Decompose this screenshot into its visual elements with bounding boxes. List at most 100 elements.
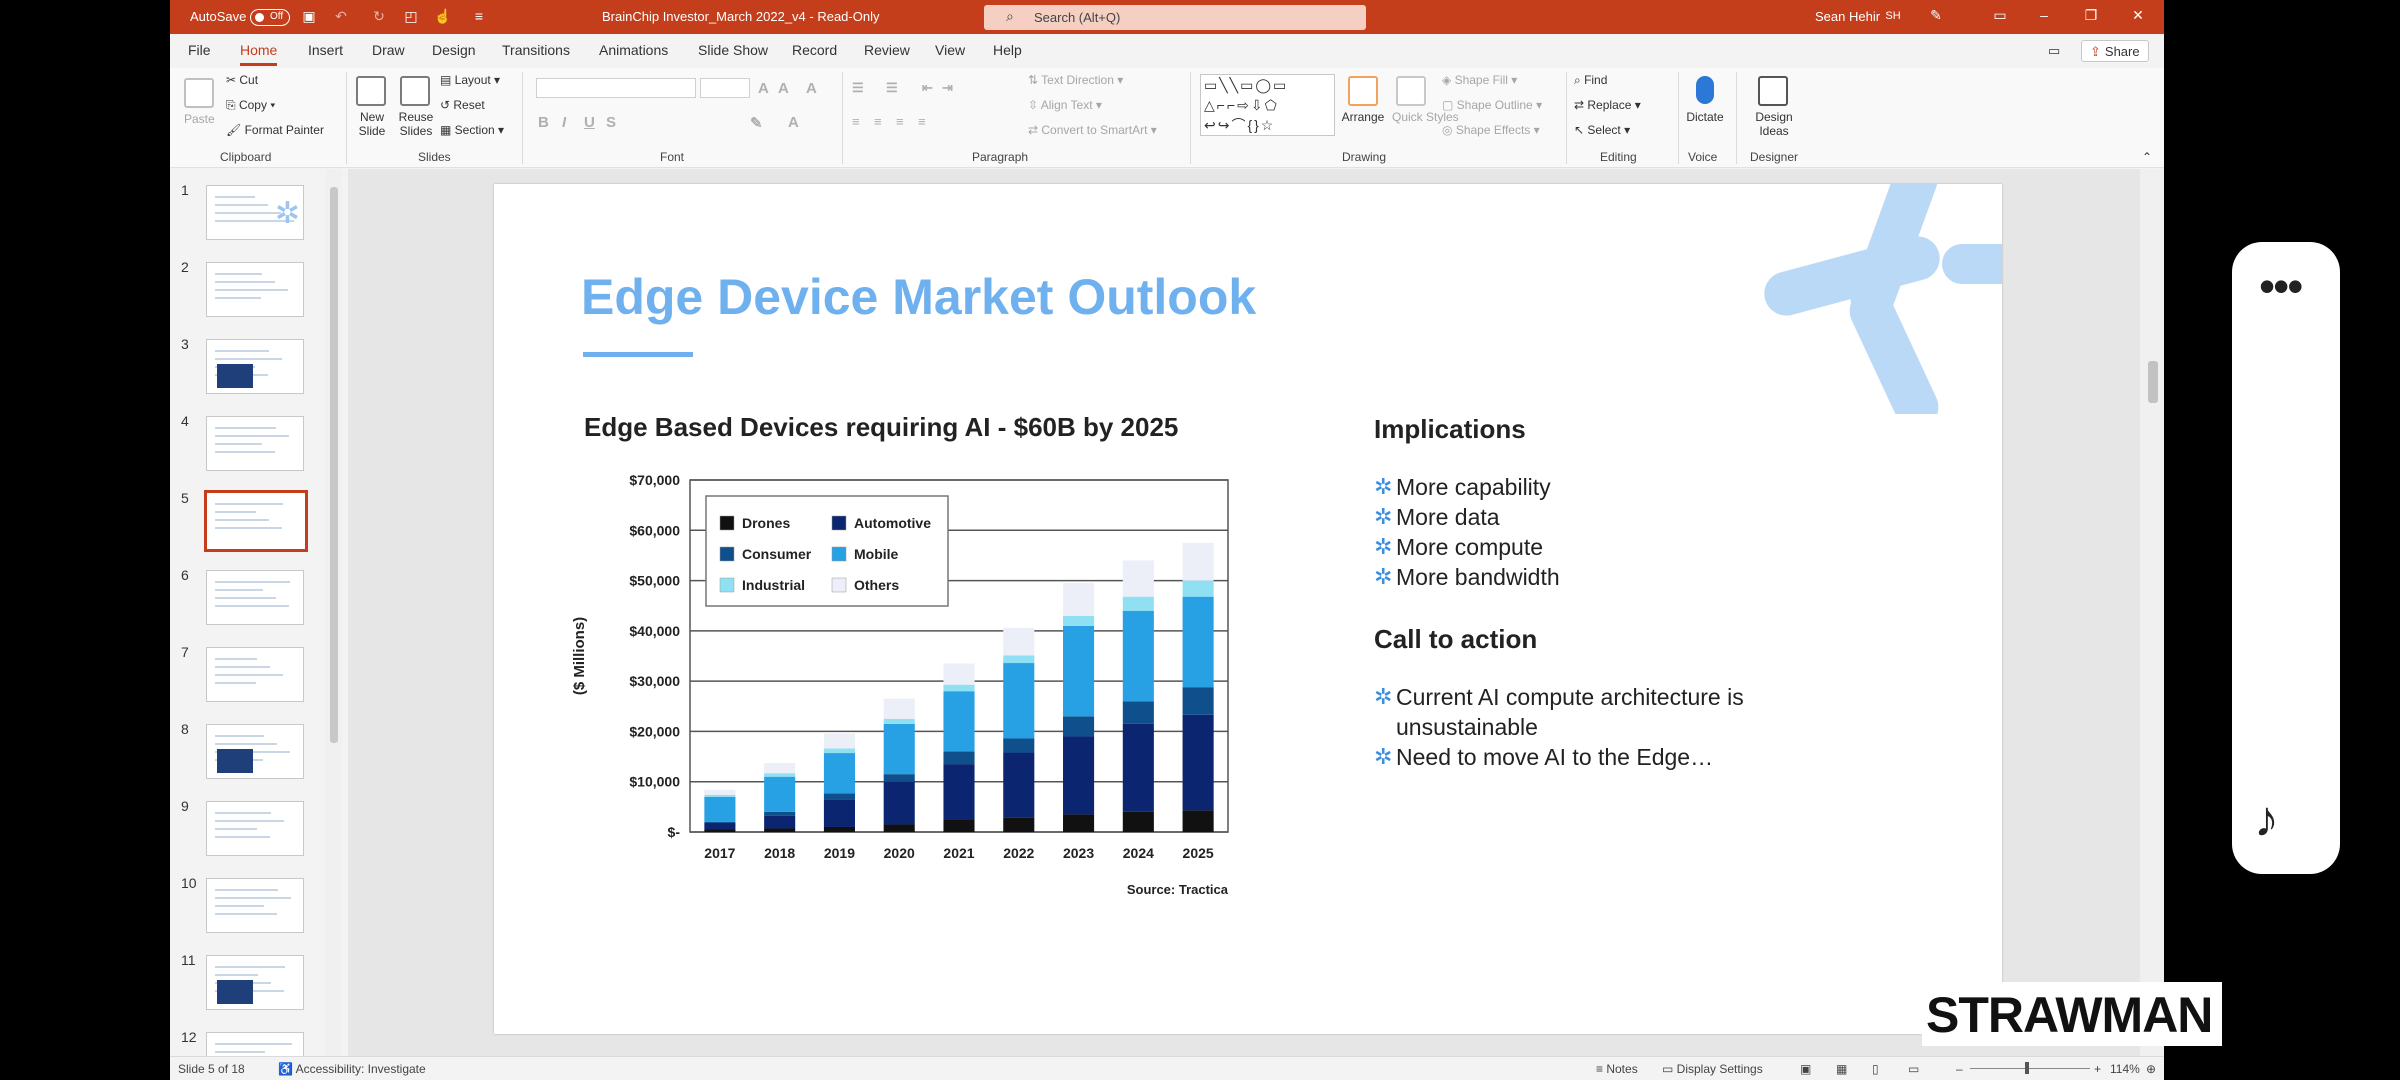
minimize-icon[interactable]: – (2034, 7, 2054, 23)
chart-title[interactable]: Edge Based Devices requiring AI - $60B b… (584, 412, 1178, 443)
cut-button[interactable]: ✂ Cut (226, 73, 258, 87)
document-title[interactable]: BrainChip Investor_March 2022_v4 - Read-… (602, 9, 879, 24)
tab-animations[interactable]: Animations (599, 42, 668, 58)
editor-scrollbar[interactable] (2140, 169, 2164, 1056)
implication-bullet[interactable]: ✲ More capability (1374, 472, 1551, 502)
convert-smartart-button[interactable]: ⇄ Convert to SmartArt ▾ (1028, 123, 1157, 137)
present-icon[interactable]: ◰ (402, 8, 420, 26)
font-color-icon[interactable]: A (788, 114, 799, 131)
numbering-icon[interactable]: ☰ (886, 80, 898, 96)
quick-styles-button[interactable]: Quick Styles (1392, 110, 1459, 124)
slide-thumbnail-7[interactable] (206, 647, 304, 702)
reuse-slides-button[interactable]: Reuse Slides (396, 110, 436, 138)
user-name[interactable]: Sean Hehir (1815, 9, 1880, 24)
format-painter-button[interactable]: 🖌 Format Painter (226, 123, 324, 137)
audio-icon[interactable]: ♪ (2254, 790, 2279, 848)
tab-design[interactable]: Design (432, 42, 476, 58)
reading-view-icon[interactable]: ▯ (1872, 1062, 1879, 1076)
underline-icon[interactable]: U (584, 114, 595, 131)
slide-thumbnail-3[interactable] (206, 339, 304, 394)
italic-icon[interactable]: I (562, 114, 566, 131)
implications-heading[interactable]: Implications (1374, 414, 1526, 445)
display-settings-button[interactable]: ▭ Display Settings (1662, 1062, 1763, 1076)
slide-sorter-icon[interactable]: ▦ (1836, 1062, 1847, 1076)
redo-icon[interactable]: ↻ (370, 8, 388, 26)
slide-thumbnail-1[interactable]: ✲ (206, 185, 304, 240)
font-name-dropdown[interactable] (536, 78, 696, 98)
shape-outline-button[interactable]: ▢ Shape Outline ▾ (1442, 98, 1542, 112)
share-button[interactable]: ⇪ Share (2081, 40, 2149, 62)
shape-effects-button[interactable]: ◎ Shape Effects ▾ (1442, 123, 1540, 137)
new-slide-button[interactable]: New Slide (352, 110, 392, 138)
bold-icon[interactable]: B (538, 114, 549, 131)
paste-icon[interactable] (184, 78, 214, 108)
slide-thumbnail-9[interactable] (206, 801, 304, 856)
slide-thumbnail-8[interactable] (206, 724, 304, 779)
tab-record[interactable]: Record (792, 42, 837, 58)
replace-button[interactable]: ⇄ Replace ▾ (1574, 98, 1641, 112)
accessibility-status[interactable]: ♿ Accessibility: Investigate (278, 1062, 426, 1076)
paste-button[interactable]: Paste (184, 112, 215, 126)
slide-thumbnail-2[interactable] (206, 262, 304, 317)
align-text-button[interactable]: ⇳ Align Text ▾ (1028, 98, 1102, 112)
undo-icon[interactable]: ↶ (332, 8, 350, 26)
more-options-icon[interactable]: ••• (2259, 263, 2303, 309)
strikethrough-icon[interactable]: S (606, 114, 616, 131)
close-icon[interactable]: ✕ (2128, 7, 2148, 24)
collapse-ribbon-icon[interactable]: ⌃ (2142, 150, 2152, 164)
reuse-slides-icon[interactable] (400, 76, 430, 106)
quick-styles-icon[interactable] (1396, 76, 1426, 106)
slide-canvas[interactable]: Edge Device Market Outlook Edge Based De… (494, 184, 2002, 1034)
avatar[interactable]: SH (1882, 7, 1904, 27)
tab-transitions[interactable]: Transitions (502, 42, 570, 58)
slide-title[interactable]: Edge Device Market Outlook (581, 268, 1256, 326)
comments-icon[interactable]: ▭ (2040, 40, 2068, 62)
market-chart[interactable]: $- $10,000 $20,000 $30,000 $40,000 $50,000 $60… (564, 474, 1244, 904)
implication-bullet[interactable]: ✲ More compute (1374, 532, 1543, 562)
touch-mode-icon[interactable]: ☝ (434, 8, 452, 26)
zoom-in-icon[interactable]: + (2094, 1062, 2101, 1076)
reset-button[interactable]: ↺ Reset (440, 98, 485, 112)
slide-thumbnail-5[interactable] (204, 490, 308, 552)
align-left-icon[interactable]: ≡ (852, 114, 860, 129)
microphone-icon[interactable] (1696, 76, 1714, 104)
tab-view[interactable]: View (935, 42, 965, 58)
arrange-icon[interactable] (1348, 76, 1378, 106)
justify-icon[interactable]: ≡ (918, 114, 926, 129)
slide-thumbnail-10[interactable] (206, 878, 304, 933)
slideshow-view-icon[interactable]: ▭ (1908, 1062, 1919, 1076)
search-box[interactable]: ⌕ Search (Alt+Q) (984, 5, 1366, 30)
clear-format-icon[interactable]: A (806, 80, 817, 97)
zoom-slider[interactable] (1970, 1068, 2090, 1069)
slide-thumbnail-4[interactable] (206, 416, 304, 471)
section-button[interactable]: ▦ Section ▾ (440, 123, 504, 137)
tab-home[interactable]: Home (240, 42, 278, 66)
implication-bullet[interactable]: ✲ More bandwidth (1374, 562, 1560, 592)
thumbnails-scrollbar[interactable] (326, 169, 342, 1056)
restore-icon[interactable]: ❐ (2081, 7, 2101, 24)
zoom-slider-thumb[interactable] (2025, 1062, 2029, 1074)
shape-fill-button[interactable]: ◈ Shape Fill ▾ (1442, 73, 1517, 87)
normal-view-icon[interactable]: ▣ (1800, 1062, 1811, 1076)
ribbon-display-icon[interactable]: ▭ (1990, 7, 2010, 24)
increase-indent-icon[interactable]: ⇥ (942, 80, 953, 96)
decrease-indent-icon[interactable]: ⇤ (922, 80, 933, 96)
slide-thumbnail-11[interactable] (206, 955, 304, 1010)
cta-bullet[interactable]: ✲ Current AI compute architecture is unsu… (1374, 682, 1794, 742)
editor-scroll-thumb[interactable] (2148, 361, 2158, 403)
align-center-icon[interactable]: ≡ (874, 114, 882, 129)
text-direction-button[interactable]: ⇅ Text Direction ▾ (1028, 73, 1123, 87)
implication-bullet[interactable]: ✲ More data (1374, 502, 1500, 532)
layout-button[interactable]: ▤ Layout ▾ (440, 73, 500, 87)
highlight-icon[interactable]: ✎ (750, 114, 763, 132)
increase-font-icon[interactable]: A (758, 80, 769, 97)
customize-qat-icon[interactable]: ≡ (470, 8, 488, 26)
design-ideas-button[interactable]: Design Ideas (1746, 110, 1802, 138)
cta-bullet[interactable]: ✲ Need to move AI to the Edge… (1374, 742, 1794, 772)
dictate-button[interactable]: Dictate (1682, 110, 1728, 124)
tab-file[interactable]: File (188, 42, 211, 58)
align-right-icon[interactable]: ≡ (896, 114, 904, 129)
autosave-toggle[interactable]: Off (250, 9, 290, 26)
slide-thumbnail-6[interactable] (206, 570, 304, 625)
shapes-gallery[interactable]: ▭╲╲▭◯▭ △⌐⌐⇨⇩⬠ ↩↪⌒{}☆ (1200, 74, 1335, 136)
